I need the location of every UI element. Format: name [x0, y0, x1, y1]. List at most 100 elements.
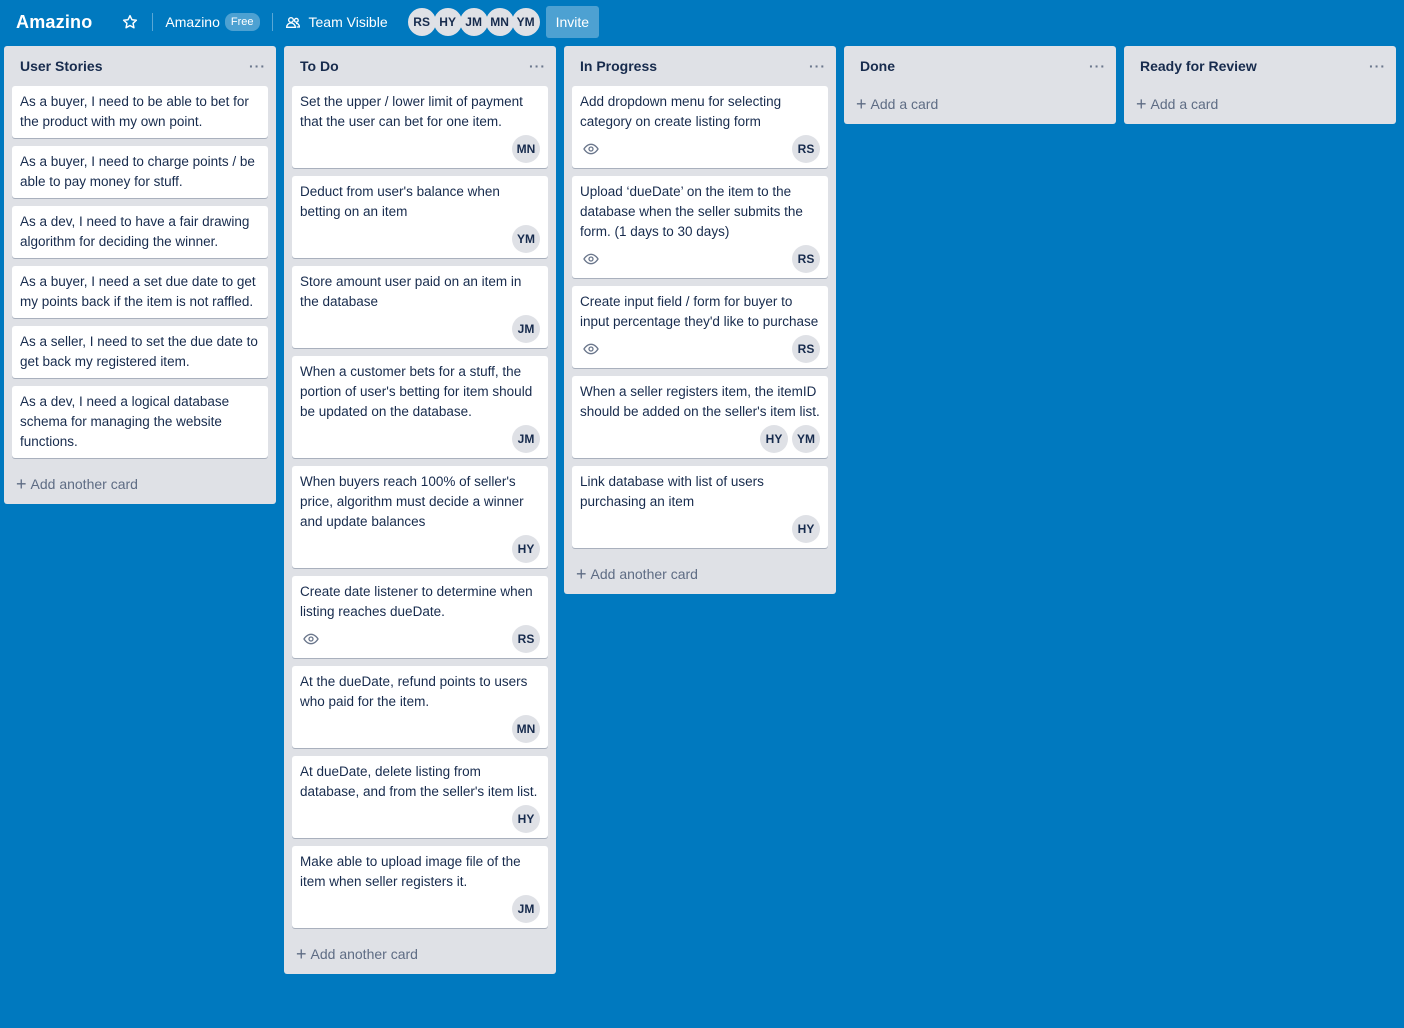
member-avatar[interactable]: JM: [512, 895, 540, 923]
list-title[interactable]: User Stories: [20, 58, 102, 74]
card[interactable]: Store amount user paid on an item in the…: [292, 266, 548, 348]
add-card-label: Add another card: [30, 476, 138, 492]
card[interactable]: When a customer bets for a stuff, the po…: [292, 356, 548, 458]
card[interactable]: Link database with list of users purchas…: [572, 466, 828, 548]
add-card-button[interactable]: + Add another card: [284, 936, 556, 972]
card[interactable]: As a dev, I need a logical database sche…: [12, 386, 268, 458]
plus-icon: +: [576, 564, 587, 584]
list-title[interactable]: Ready for Review: [1140, 58, 1257, 74]
card-title: Upload ‘dueDate’ on the item to the data…: [580, 184, 803, 239]
list-menu-button[interactable]: ···: [1089, 58, 1106, 74]
card-members: MN: [512, 715, 540, 743]
card[interactable]: At the dueDate, refund points to users w…: [292, 666, 548, 748]
card[interactable]: When buyers reach 100% of seller's price…: [292, 466, 548, 568]
board-members: RS HY JM MN YM: [407, 8, 540, 36]
member-avatar[interactable]: RS: [792, 135, 820, 163]
card[interactable]: Upload ‘dueDate’ on the item to the data…: [572, 176, 828, 278]
list-menu-button[interactable]: ···: [809, 58, 826, 74]
card-badges: MN: [300, 714, 540, 744]
card-title: At the dueDate, refund points to users w…: [300, 674, 528, 709]
card[interactable]: As a dev, I need to have a fair drawing …: [12, 206, 268, 258]
card[interactable]: As a buyer, I need to be able to bet for…: [12, 86, 268, 138]
member-avatar[interactable]: JM: [512, 425, 540, 453]
card-title: Link database with list of users purchas…: [580, 474, 764, 509]
member-avatar[interactable]: RS: [407, 8, 436, 36]
member-avatar[interactable]: YM: [511, 8, 540, 36]
card[interactable]: Deduct from user's balance when betting …: [292, 176, 548, 258]
card[interactable]: At dueDate, delete listing from database…: [292, 756, 548, 838]
member-avatar[interactable]: RS: [792, 245, 820, 273]
card-badges: MN: [300, 134, 540, 164]
list-menu-button[interactable]: ···: [249, 58, 266, 74]
card-title: At dueDate, delete listing from database…: [300, 764, 538, 799]
member-avatar[interactable]: MN: [485, 8, 514, 36]
card-title: As a seller, I need to set the due date …: [20, 334, 258, 369]
team-button[interactable]: Amazino Free: [159, 6, 265, 38]
card-members: YM: [512, 225, 540, 253]
add-card-label: Add a card: [1150, 96, 1219, 112]
list-header: User Stories ···: [4, 46, 276, 86]
card-badges: RS: [580, 134, 820, 164]
card[interactable]: Create input field / form for buyer to i…: [572, 286, 828, 368]
card-members: JM: [512, 315, 540, 343]
card-badges: HY YM: [580, 424, 820, 454]
list-ready-for-review: Ready for Review ··· + Add a card: [1124, 46, 1396, 124]
add-card-button[interactable]: + Add another card: [4, 466, 276, 502]
card[interactable]: As a buyer, I need to charge points / be…: [12, 146, 268, 198]
plus-icon: +: [296, 944, 307, 964]
card[interactable]: Add dropdown menu for selecting category…: [572, 86, 828, 168]
add-card-label: Add another card: [310, 946, 418, 962]
card[interactable]: Create date listener to determine when l…: [292, 576, 548, 658]
visibility-button[interactable]: Team Visible: [279, 6, 394, 38]
card-title: When buyers reach 100% of seller's price…: [300, 474, 524, 529]
invite-button[interactable]: Invite: [545, 6, 600, 38]
watch-icon: [583, 141, 599, 157]
card-title: Store amount user paid on an item in the…: [300, 274, 522, 309]
card[interactable]: Set the upper / lower limit of payment t…: [292, 86, 548, 168]
card-title: As a dev, I need a logical database sche…: [20, 394, 230, 449]
list-menu-button[interactable]: ···: [1369, 58, 1386, 74]
add-card-button[interactable]: + Add another card: [564, 556, 836, 592]
star-board-button[interactable]: [114, 6, 146, 38]
card-title: As a buyer, I need to charge points / be…: [20, 154, 255, 189]
list-title[interactable]: To Do: [300, 58, 339, 74]
member-avatar[interactable]: JM: [459, 8, 488, 36]
card-title: As a buyer, I need a set due date to get…: [20, 274, 256, 309]
member-avatar[interactable]: MN: [512, 135, 540, 163]
list-header: To Do ···: [284, 46, 556, 86]
card-title: Create date listener to determine when l…: [300, 584, 533, 619]
list-title[interactable]: Done: [860, 58, 895, 74]
list-menu-button[interactable]: ···: [529, 58, 546, 74]
board-title[interactable]: Amazino: [16, 12, 92, 33]
member-avatar[interactable]: HY: [760, 425, 788, 453]
card-title: Add dropdown menu for selecting category…: [580, 94, 782, 129]
member-avatar[interactable]: HY: [792, 515, 820, 543]
card-members: RS: [792, 135, 820, 163]
plus-icon: +: [856, 94, 867, 114]
member-avatar[interactable]: MN: [512, 715, 540, 743]
add-card-button[interactable]: + Add a card: [1124, 86, 1396, 122]
add-card-button[interactable]: + Add a card: [844, 86, 1116, 122]
card[interactable]: As a seller, I need to set the due date …: [12, 326, 268, 378]
member-avatar[interactable]: YM: [792, 425, 820, 453]
card-members: HY YM: [760, 425, 820, 453]
member-avatar[interactable]: HY: [433, 8, 462, 36]
list-header: Done ···: [844, 46, 1116, 86]
member-avatar[interactable]: RS: [792, 335, 820, 363]
card[interactable]: Make able to upload image file of the it…: [292, 846, 548, 928]
member-avatar[interactable]: RS: [512, 625, 540, 653]
card-badges: HY: [300, 534, 540, 564]
member-avatar[interactable]: JM: [512, 315, 540, 343]
card[interactable]: When a seller registers item, the itemID…: [572, 376, 828, 458]
card-members: RS: [792, 335, 820, 363]
member-avatar[interactable]: YM: [512, 225, 540, 253]
member-avatar[interactable]: HY: [512, 535, 540, 563]
watch-icon: [583, 341, 599, 357]
card-list: As a buyer, I need to be able to bet for…: [4, 86, 276, 458]
list-header: In Progress ···: [564, 46, 836, 86]
add-card-label: Add another card: [590, 566, 698, 582]
member-avatar[interactable]: HY: [512, 805, 540, 833]
plus-icon: +: [1136, 94, 1147, 114]
list-title[interactable]: In Progress: [580, 58, 657, 74]
card[interactable]: As a buyer, I need a set due date to get…: [12, 266, 268, 318]
